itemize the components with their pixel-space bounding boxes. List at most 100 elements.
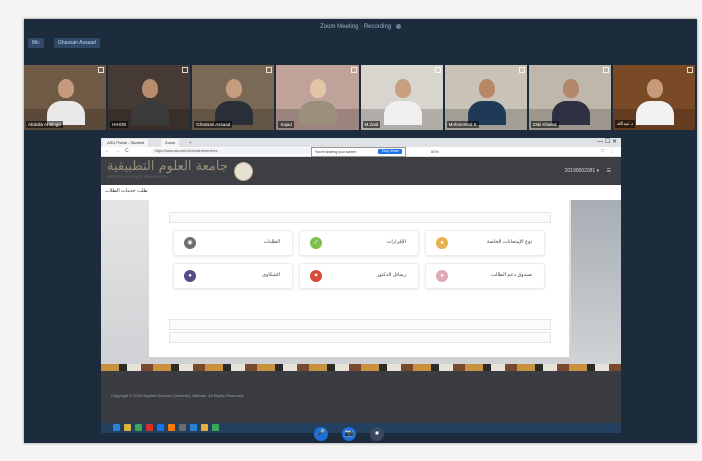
card-divider: [169, 332, 551, 343]
expand-icon[interactable]: [434, 67, 441, 73]
leave-button[interactable]: ⏹: [370, 427, 384, 441]
participant-name: Zaki Khaled: [530, 121, 559, 128]
participant-tile[interactable]: Zaki Khaled: [528, 65, 611, 130]
new-tab-button[interactable]: +: [185, 139, 195, 147]
participant-head: [646, 79, 663, 98]
zoom-controls: 🎤 📷 ⏹: [314, 427, 414, 443]
service-tile[interactable]: الإقرارات ✓: [299, 230, 419, 256]
participant-body: [299, 101, 338, 125]
browser-tab[interactable]: Zoom: [161, 139, 180, 147]
breadcrumb-label[interactable]: طلب خدمات الطلاب: [105, 188, 148, 194]
service-icon: ●: [436, 237, 448, 249]
taskbar-app-icon[interactable]: [157, 424, 164, 431]
mic-pill[interactable]: Mic: [28, 38, 44, 48]
participant-head: [478, 79, 495, 98]
service-label: الطلبات: [263, 239, 280, 245]
university-title: جامعة العلوم التطبيقية: [107, 159, 228, 174]
service-icon: ♥: [310, 270, 322, 282]
service-label: نوع الإمتحانات الخاصة: [486, 239, 532, 245]
browser-tab[interactable]: ASU Portal - Student: [103, 139, 149, 147]
service-tile[interactable]: صندوق دعم الطالب ●: [425, 263, 545, 289]
browser-menu-icon[interactable]: ☆ ⋮: [600, 147, 617, 156]
expand-icon[interactable]: [350, 67, 357, 73]
video-button[interactable]: 📷: [342, 427, 356, 441]
participant-tile[interactable]: M.Zaid: [360, 65, 443, 130]
participant-tile[interactable]: HIHOE: [108, 65, 191, 130]
services-card: نوع الإمتحانات الخاصة ● الإقرارات ✓ الطلبات ◉…: [149, 200, 569, 357]
window-controls[interactable]: — ☐ ✕: [597, 138, 617, 147]
participant-head: [58, 79, 75, 98]
service-icon: ◉: [184, 237, 196, 249]
zoom-topbar: Zoom Meeting · Recording: [24, 19, 697, 35]
participant-tile[interactable]: Abdulla Al Bloga: [24, 65, 107, 130]
participant-body: [383, 101, 422, 125]
taskbar-app-icon[interactable]: [190, 424, 197, 431]
screen-share-text: You're sharing your screen: [315, 150, 357, 154]
service-label: الإقرارات: [386, 239, 406, 245]
reload-icon[interactable]: C: [125, 147, 129, 156]
user-menu[interactable]: 20190002081 ▾ ☰: [565, 166, 611, 176]
content-background-right: [571, 200, 621, 364]
participant-tile[interactable]: د.عبدالله: [612, 65, 695, 130]
service-icon: ●: [436, 270, 448, 282]
taskbar-app-icon[interactable]: [124, 424, 131, 431]
service-label: رسائل الدكتور: [376, 272, 406, 278]
zoom-level[interactable]: 80%: [431, 147, 439, 156]
expand-icon[interactable]: [266, 67, 273, 73]
expand-icon[interactable]: [182, 67, 189, 73]
participant-tile[interactable]: Ghassan Assaad: [192, 65, 275, 130]
service-tile[interactable]: الطلبات ◉: [173, 230, 293, 256]
user-id[interactable]: 20190002081 ▾: [565, 168, 600, 174]
participant-name: M.Zaid: [362, 121, 381, 128]
hamburger-icon[interactable]: ☰: [607, 168, 611, 174]
service-tile[interactable]: رسائل الدكتور ♥: [299, 263, 419, 289]
decorative-banner: [101, 364, 621, 371]
taskbar-app-icon[interactable]: [168, 424, 175, 431]
university-logo: [234, 162, 253, 181]
participant-head: [310, 79, 327, 98]
forward-icon[interactable]: →: [115, 147, 120, 156]
participant-strip: Abdulla Al Bloga HIHOE Ghassan Assaad Sajad…: [24, 65, 697, 130]
recording-icon: [395, 23, 401, 29]
participant-name: Sajad: [278, 121, 294, 128]
browser-tab-bar: ASU Portal - Student Zoom + — ☐ ✕: [101, 138, 621, 147]
participant-name: Mohammed K: [446, 121, 479, 128]
taskbar-app-icon[interactable]: [201, 424, 208, 431]
participant-name: Ghassan Assaad: [194, 121, 233, 128]
university-subtitle: APPLIED SCIENCE UNIVERSITY: [107, 174, 168, 179]
expand-icon[interactable]: [687, 67, 693, 73]
service-tile[interactable]: الشكاوى ●: [173, 263, 293, 289]
stop-share-button[interactable]: Stop Share: [378, 149, 402, 154]
participant-head: [142, 79, 159, 98]
taskbar-app-icon[interactable]: [113, 424, 120, 431]
expand-icon[interactable]: [98, 67, 105, 73]
screen-share-banner: You're sharing your screen Stop Share: [311, 147, 406, 157]
speaker-pill[interactable]: Ghassan Assaad: [54, 38, 100, 48]
service-label: الشكاوى: [262, 272, 280, 278]
shared-browser-window: ASU Portal - Student Zoom + — ☐ ✕ ← → C …: [101, 138, 621, 433]
service-icon: ●: [184, 270, 196, 282]
copyright-text: Copyright © 2018 Applied Science Univers…: [111, 393, 245, 398]
participant-tile[interactable]: Sajad: [276, 65, 359, 130]
taskbar-app-icon[interactable]: [135, 424, 142, 431]
participant-head: [226, 79, 243, 98]
browser-address-bar: ← → C https://www.asu.edu.bh/student/ser…: [101, 147, 621, 157]
participant-name: HIHOE: [110, 121, 129, 128]
participant-head: [394, 79, 411, 98]
mic-button[interactable]: 🎤: [314, 427, 328, 441]
service-icon: ✓: [310, 237, 322, 249]
back-icon[interactable]: ←: [105, 147, 110, 156]
taskbar-app-icon[interactable]: [146, 424, 153, 431]
breadcrumb: طلب خدمات الطلاب: [101, 185, 621, 201]
zoom-topbar-title: Zoom Meeting · Recording: [320, 24, 392, 30]
participant-tile[interactable]: Mohammed K: [444, 65, 527, 130]
card-divider: [169, 212, 551, 223]
service-label: صندوق دعم الطالب: [491, 272, 532, 278]
zoom-window: Zoom Meeting · Recording Mic Ghassan Ass…: [24, 19, 697, 443]
expand-icon[interactable]: [518, 67, 525, 73]
expand-icon[interactable]: [602, 67, 609, 73]
taskbar-app-icon[interactable]: [212, 424, 219, 431]
taskbar-app-icon[interactable]: [179, 424, 186, 431]
site-header: جامعة العلوم التطبيقية APPLIED SCIENCE U…: [101, 157, 621, 185]
service-tile[interactable]: نوع الإمتحانات الخاصة ●: [425, 230, 545, 256]
